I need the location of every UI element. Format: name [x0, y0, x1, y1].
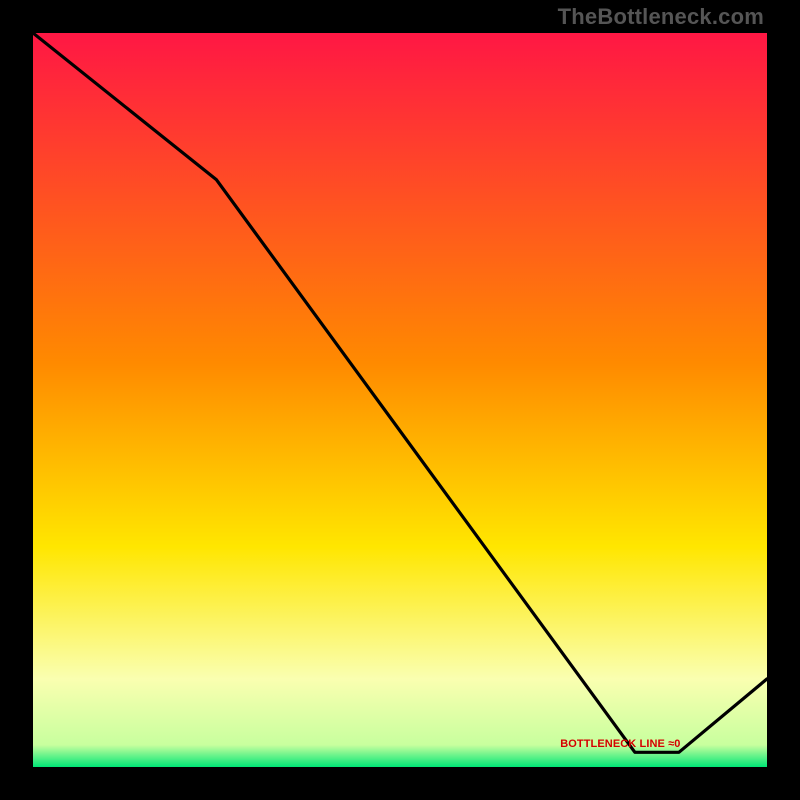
- gradient-svg: [33, 33, 767, 767]
- chart-frame: BOTTLENECK LINE ≈0 TheBottleneck.com: [0, 0, 800, 800]
- bottleneck-zero-label: BOTTLENECK LINE ≈0: [560, 738, 680, 750]
- gradient-fill: [33, 33, 767, 767]
- watermark-text: TheBottleneck.com: [558, 4, 764, 30]
- plot-area: BOTTLENECK LINE ≈0: [33, 33, 767, 767]
